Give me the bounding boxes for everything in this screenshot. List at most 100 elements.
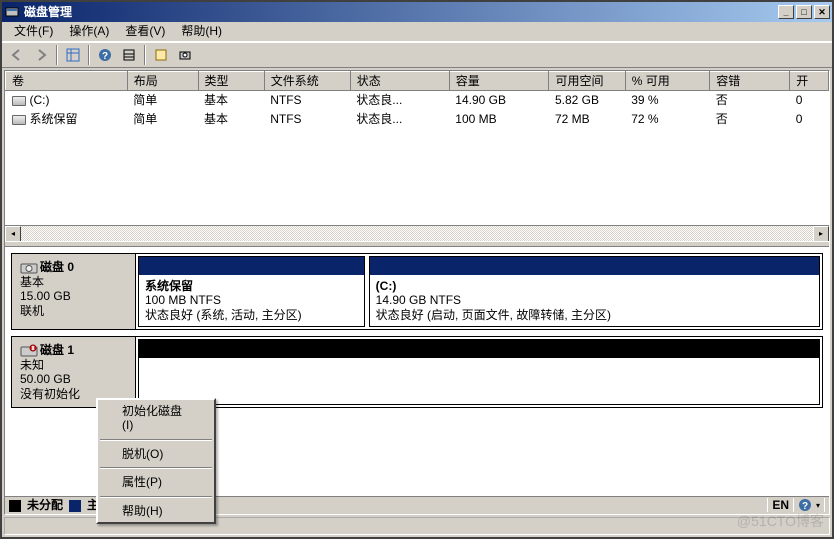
cell: 0 bbox=[790, 91, 829, 110]
ctx-properties[interactable]: 属性(P) bbox=[98, 471, 214, 493]
refresh-button[interactable] bbox=[118, 44, 140, 66]
partition-name: (C:) bbox=[376, 279, 813, 293]
cell: 100 MB bbox=[449, 110, 549, 128]
partition-info: 100 MB NTFS bbox=[145, 293, 358, 307]
scroll-track[interactable] bbox=[21, 226, 813, 241]
cell: 0 bbox=[790, 110, 829, 128]
cell: 5.82 GB bbox=[549, 91, 625, 110]
partition-body: 系统保留100 MB NTFS状态良好 (系统, 活动, 主分区) bbox=[139, 275, 364, 326]
ctx-separator bbox=[100, 467, 212, 469]
cell: 基本 bbox=[198, 110, 264, 128]
cell: 72 MB bbox=[549, 110, 625, 128]
partition[interactable]: (C:)14.90 GB NTFS状态良好 (启动, 页面文件, 故障转储, 主… bbox=[369, 256, 820, 327]
cell: 系统保留 bbox=[6, 110, 128, 128]
forward-button[interactable] bbox=[30, 44, 52, 66]
partition-status: 状态良好 (系统, 活动, 主分区) bbox=[145, 308, 358, 322]
ctx-separator bbox=[100, 439, 212, 441]
cell: 状态良... bbox=[350, 110, 449, 128]
column-header[interactable]: % 可用 bbox=[625, 72, 710, 91]
disk-icon bbox=[20, 344, 36, 358]
volume-row[interactable]: 系统保留简单基本NTFS状态良...100 MB72 MB72 %否0 bbox=[6, 110, 829, 128]
volume-row[interactable]: (C:)简单基本NTFS状态良...14.90 GB5.82 GB39 %否0 bbox=[6, 91, 829, 110]
cell: 基本 bbox=[198, 91, 264, 110]
cell: 简单 bbox=[127, 91, 198, 110]
column-header[interactable]: 状态 bbox=[350, 72, 449, 91]
cell: 状态良... bbox=[350, 91, 449, 110]
disk-type: 基本 bbox=[20, 275, 127, 289]
menu-view[interactable]: 查看(V) bbox=[117, 22, 173, 40]
legend-unalloc-color bbox=[9, 500, 21, 512]
legend-unalloc-label: 未分配 bbox=[27, 498, 63, 512]
watermark: @51CTO博客 bbox=[737, 511, 824, 531]
menu-action[interactable]: 操作(A) bbox=[61, 22, 117, 40]
column-header[interactable]: 容错 bbox=[710, 72, 790, 91]
disk-partitions bbox=[136, 337, 822, 407]
unallocated-space[interactable] bbox=[138, 339, 820, 405]
disk-size: 50.00 GB bbox=[20, 372, 127, 386]
view-button[interactable] bbox=[62, 44, 84, 66]
partition-header bbox=[139, 257, 364, 275]
window: 磁盘管理 _ □ ✕ 文件(F) 操作(A) 查看(V) 帮助(H) ? 卷布局… bbox=[0, 0, 834, 539]
help-icon-button[interactable]: ? bbox=[94, 44, 116, 66]
partition-body bbox=[139, 358, 819, 380]
cell: 39 % bbox=[625, 91, 710, 110]
partition-status: 状态良好 (启动, 页面文件, 故障转储, 主分区) bbox=[376, 308, 813, 322]
svg-text:?: ? bbox=[102, 51, 108, 62]
ctx-offline[interactable]: 脱机(O) bbox=[98, 443, 214, 465]
column-header[interactable]: 可用空间 bbox=[549, 72, 625, 91]
toolbar: ? bbox=[2, 42, 832, 68]
menu-bar: 文件(F) 操作(A) 查看(V) 帮助(H) bbox=[2, 22, 832, 42]
partition[interactable]: 系统保留100 MB NTFS状态良好 (系统, 活动, 主分区) bbox=[138, 256, 365, 327]
volume-list-pane: 卷布局类型文件系统状态容量可用空间% 可用容错开 (C:)简单基本NTFS状态良… bbox=[5, 71, 829, 241]
column-header[interactable]: 开 bbox=[790, 72, 829, 91]
column-header[interactable]: 布局 bbox=[127, 72, 198, 91]
partition-info: 14.90 GB NTFS bbox=[376, 293, 813, 307]
ctx-initialize-disk[interactable]: 初始化磁盘(I) bbox=[98, 400, 214, 437]
cell: 简单 bbox=[127, 110, 198, 128]
cell: (C:) bbox=[6, 91, 128, 110]
disk-partitions: 系统保留100 MB NTFS状态良好 (系统, 活动, 主分区)(C:)14.… bbox=[136, 254, 822, 329]
ctx-separator bbox=[100, 496, 212, 498]
column-header[interactable]: 类型 bbox=[198, 72, 264, 91]
disk-row: 磁盘 0基本15.00 GB联机系统保留100 MB NTFS状态良好 (系统,… bbox=[11, 253, 823, 330]
horizontal-scrollbar[interactable]: ◂ ▸ bbox=[5, 225, 829, 241]
disk-name: 磁盘 0 bbox=[40, 260, 74, 274]
volume-table: 卷布局类型文件系统状态容量可用空间% 可用容错开 (C:)简单基本NTFS状态良… bbox=[5, 71, 829, 128]
close-button[interactable]: ✕ bbox=[814, 5, 830, 19]
partition-name: 系统保留 bbox=[145, 279, 358, 293]
partition-header bbox=[139, 340, 819, 358]
partition-header bbox=[370, 257, 819, 275]
disk-info[interactable]: 磁盘 1未知50.00 GB没有初始化 bbox=[12, 337, 136, 407]
cell: 72 % bbox=[625, 110, 710, 128]
column-header[interactable]: 文件系统 bbox=[264, 72, 350, 91]
hdd-icon bbox=[12, 115, 26, 125]
dropdown-icon[interactable]: ▾ bbox=[816, 501, 820, 511]
cell: NTFS bbox=[264, 110, 350, 128]
disk-type: 未知 bbox=[20, 358, 127, 372]
scroll-left-button[interactable]: ◂ bbox=[5, 226, 21, 241]
back-button[interactable] bbox=[6, 44, 28, 66]
disk-name: 磁盘 1 bbox=[40, 343, 74, 357]
scroll-right-button[interactable]: ▸ bbox=[813, 226, 829, 241]
ctx-help[interactable]: 帮助(H) bbox=[98, 500, 214, 522]
disk-state: 联机 bbox=[20, 304, 127, 318]
disk-icon bbox=[20, 261, 36, 275]
cell: NTFS bbox=[264, 91, 350, 110]
minimize-button[interactable]: _ bbox=[778, 5, 794, 19]
settings-button[interactable] bbox=[174, 44, 196, 66]
app-icon bbox=[4, 4, 20, 20]
context-menu: 初始化磁盘(I) 脱机(O) 属性(P) 帮助(H) bbox=[96, 398, 216, 524]
cell: 14.90 GB bbox=[449, 91, 549, 110]
menu-file[interactable]: 文件(F) bbox=[6, 22, 61, 40]
partition-body: (C:)14.90 GB NTFS状态良好 (启动, 页面文件, 故障转储, 主… bbox=[370, 275, 819, 326]
maximize-button[interactable]: □ bbox=[796, 5, 812, 19]
list-button[interactable] bbox=[150, 44, 172, 66]
disk-info[interactable]: 磁盘 0基本15.00 GB联机 bbox=[12, 254, 136, 329]
column-header[interactable]: 容量 bbox=[449, 72, 549, 91]
menu-help[interactable]: 帮助(H) bbox=[173, 22, 230, 40]
window-title: 磁盘管理 bbox=[24, 5, 776, 19]
title-bar[interactable]: 磁盘管理 _ □ ✕ bbox=[2, 2, 832, 22]
column-header[interactable]: 卷 bbox=[6, 72, 128, 91]
disk-size: 15.00 GB bbox=[20, 289, 127, 303]
cell: 否 bbox=[710, 110, 790, 128]
